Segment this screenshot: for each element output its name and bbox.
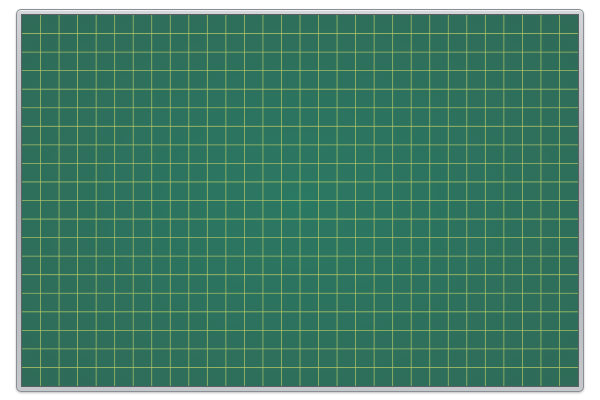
- chalkboard-surface: [21, 14, 579, 387]
- chalkboard-frame: [16, 9, 584, 392]
- scene: [0, 0, 600, 400]
- grid-lines: [22, 15, 578, 386]
